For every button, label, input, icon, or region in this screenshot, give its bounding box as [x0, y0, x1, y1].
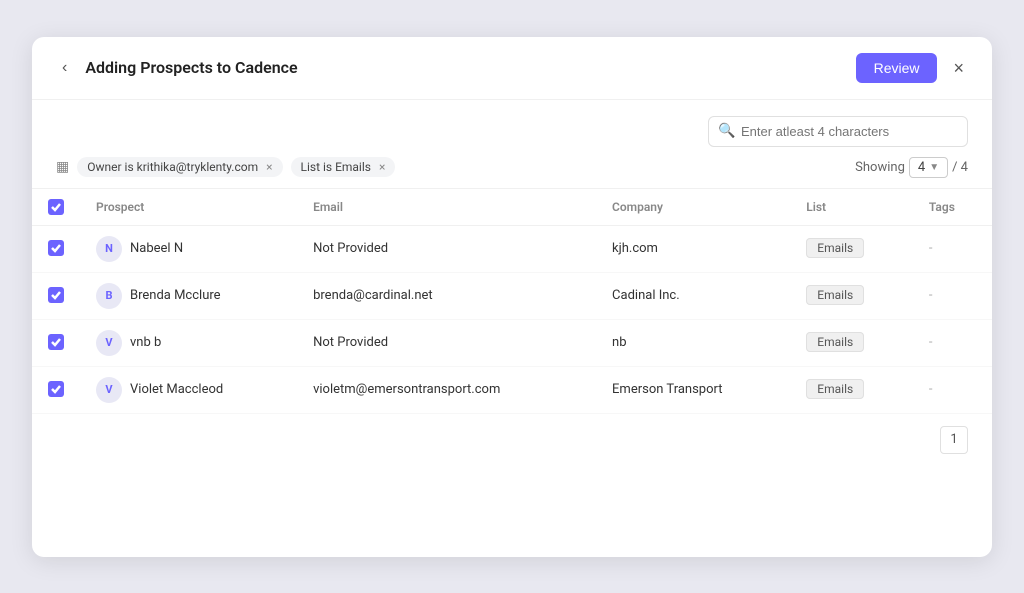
prospect-name-3: Violet Maccleod	[130, 382, 223, 397]
search-input-wrap: 🔍	[708, 116, 968, 147]
avatar-0: N	[96, 236, 122, 262]
showing-count: 4	[918, 160, 925, 175]
header-company: Company	[596, 188, 790, 225]
pagination-row: 1	[32, 414, 992, 466]
row-checkbox-cell-2	[32, 319, 80, 366]
search-icon: 🔍	[718, 123, 735, 139]
tags-cell-2: -	[913, 319, 992, 366]
list-cell-3: Emails	[790, 366, 913, 413]
search-input[interactable]	[708, 116, 968, 147]
company-cell-3: Emerson Transport	[596, 366, 790, 413]
filter-tag-owner: Owner is krithika@tryklenty.com ×	[77, 157, 282, 177]
modal-header-left: ‹ Adding Prospects to Cadence	[56, 57, 298, 79]
search-bar-row: 🔍	[32, 100, 992, 147]
filter-row: ▦ Owner is krithika@tryklenty.com × List…	[32, 147, 992, 188]
table-row: V vnb b Not Provided nb Emails -	[32, 319, 992, 366]
row-checkbox-2[interactable]	[48, 334, 64, 350]
row-checkbox-cell-0	[32, 225, 80, 272]
tags-cell-1: -	[913, 272, 992, 319]
showing-count-badge[interactable]: 4 ▼	[909, 157, 948, 178]
table-row: V Violet Maccleod violetm@emersontranspo…	[32, 366, 992, 413]
header-email: Email	[297, 188, 596, 225]
email-cell-3: violetm@emersontransport.com	[297, 366, 596, 413]
row-checkbox-cell-1	[32, 272, 80, 319]
list-badge-2: Emails	[806, 332, 864, 352]
prospect-cell-1: B Brenda Mcclure	[80, 272, 297, 319]
tags-cell-0: -	[913, 225, 992, 272]
prospect-name-1: Brenda Mcclure	[130, 288, 221, 303]
table-header-row: Prospect Email Company List Tags	[32, 188, 992, 225]
table-row: N Nabeel N Not Provided kjh.com Emails -	[32, 225, 992, 272]
modal-title: Adding Prospects to Cadence	[85, 58, 297, 77]
email-cell-0: Not Provided	[297, 225, 596, 272]
filter-tag-list-label: List is Emails	[301, 160, 371, 174]
header-checkbox-cell	[32, 188, 80, 225]
header-tags: Tags	[913, 188, 992, 225]
filter-left: ▦ Owner is krithika@tryklenty.com × List…	[56, 157, 395, 177]
row-checkbox-cell-3	[32, 366, 80, 413]
company-cell-2: nb	[596, 319, 790, 366]
prospect-cell-2: V vnb b	[80, 319, 297, 366]
close-button[interactable]: ×	[949, 57, 968, 79]
avatar-1: B	[96, 283, 122, 309]
list-cell-2: Emails	[790, 319, 913, 366]
filter-tag-owner-label: Owner is krithika@tryklenty.com	[87, 160, 258, 174]
prospects-table: Prospect Email Company List Tags N Nabee…	[32, 188, 992, 414]
email-cell-2: Not Provided	[297, 319, 596, 366]
prospect-cell-3: V Violet Maccleod	[80, 366, 297, 413]
select-all-checkbox[interactable]	[48, 199, 64, 215]
back-button[interactable]: ‹	[56, 57, 73, 79]
company-cell-1: Cadinal Inc.	[596, 272, 790, 319]
remove-owner-filter[interactable]: ×	[266, 160, 272, 174]
filter-tag-list: List is Emails ×	[291, 157, 396, 177]
avatar-3: V	[96, 377, 122, 403]
page-1-button[interactable]: 1	[940, 426, 968, 454]
email-cell-1: brenda@cardinal.net	[297, 272, 596, 319]
header-list: List	[790, 188, 913, 225]
prospect-name-2: vnb b	[130, 335, 161, 350]
list-cell-1: Emails	[790, 272, 913, 319]
row-checkbox-1[interactable]	[48, 287, 64, 303]
filter-icon: ▦	[56, 159, 69, 175]
header-prospect: Prospect	[80, 188, 297, 225]
list-badge-0: Emails	[806, 238, 864, 258]
showing-info: Showing 4 ▼ / 4	[855, 157, 968, 178]
list-badge-3: Emails	[806, 379, 864, 399]
row-checkbox-0[interactable]	[48, 240, 64, 256]
showing-total: / 4	[952, 160, 968, 175]
modal-header-right: Review ×	[856, 53, 968, 83]
chevron-down-icon: ▼	[929, 162, 939, 173]
remove-list-filter[interactable]: ×	[379, 160, 385, 174]
company-cell-0: kjh.com	[596, 225, 790, 272]
list-badge-1: Emails	[806, 285, 864, 305]
prospect-name-0: Nabeel N	[130, 241, 183, 256]
table-row: B Brenda Mcclure brenda@cardinal.net Cad…	[32, 272, 992, 319]
modal-header: ‹ Adding Prospects to Cadence Review ×	[32, 37, 992, 100]
tags-cell-3: -	[913, 366, 992, 413]
avatar-2: V	[96, 330, 122, 356]
review-button[interactable]: Review	[856, 53, 938, 83]
modal: ‹ Adding Prospects to Cadence Review × 🔍…	[32, 37, 992, 557]
row-checkbox-3[interactable]	[48, 381, 64, 397]
showing-label: Showing	[855, 160, 905, 175]
prospect-cell-0: N Nabeel N	[80, 225, 297, 272]
list-cell-0: Emails	[790, 225, 913, 272]
